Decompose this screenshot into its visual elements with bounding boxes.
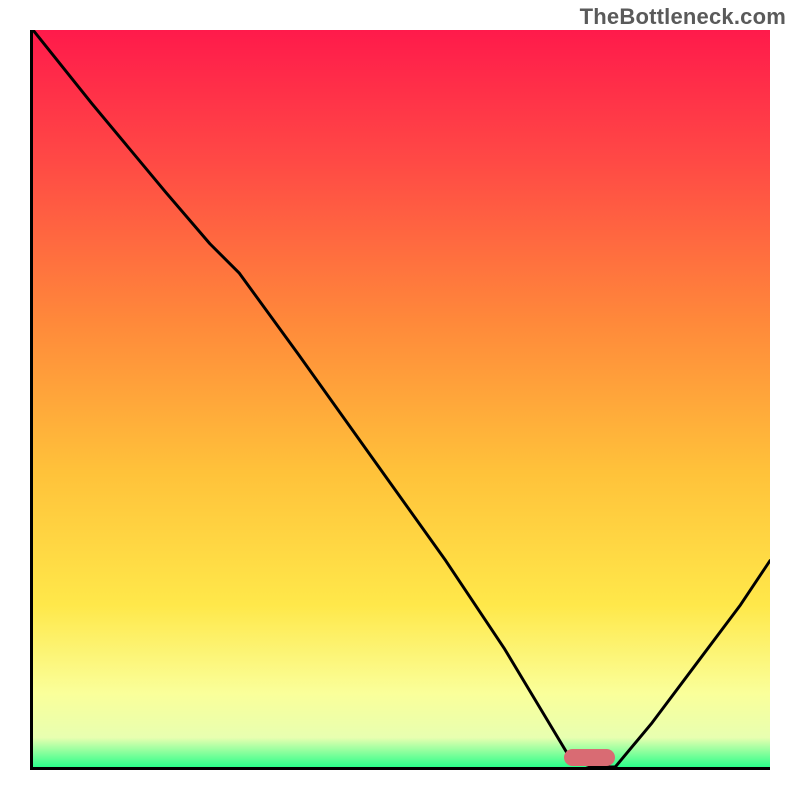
watermark-text: TheBottleneck.com [580, 4, 786, 30]
optimal-range-marker [564, 749, 616, 765]
chart-bottleneck-curve [33, 30, 770, 767]
chart-plot-area [33, 30, 770, 767]
